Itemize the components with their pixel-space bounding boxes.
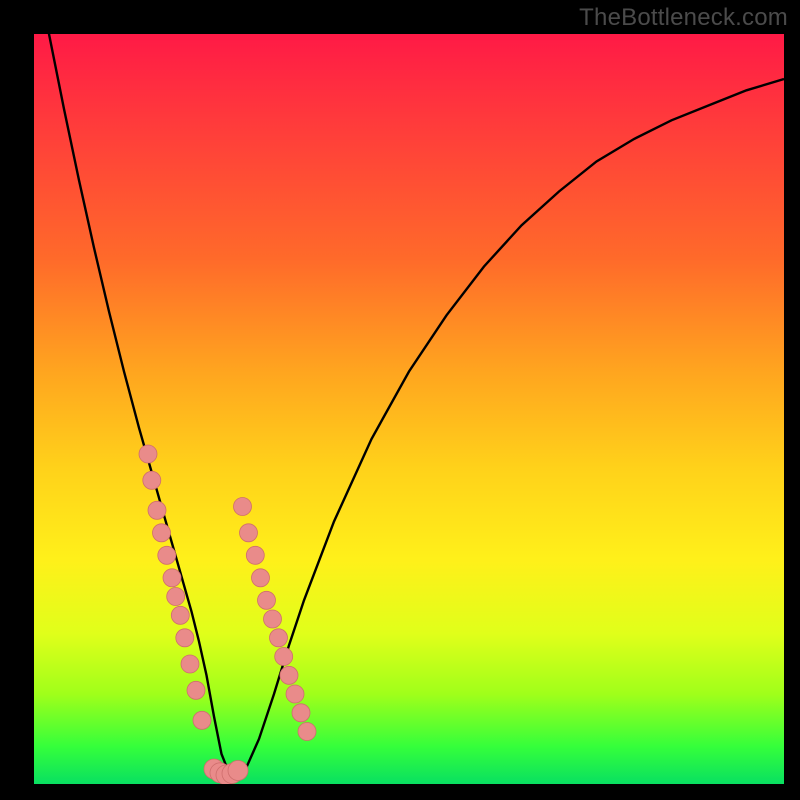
plot-area <box>34 34 784 784</box>
data-marker <box>264 610 282 628</box>
data-marker <box>286 685 304 703</box>
data-marker <box>292 704 310 722</box>
data-marker <box>275 648 293 666</box>
data-marker <box>143 471 161 489</box>
data-marker <box>148 501 166 519</box>
data-marker <box>228 761 248 781</box>
data-marker <box>193 711 211 729</box>
data-marker <box>167 588 185 606</box>
watermark-text: TheBottleneck.com <box>579 4 788 32</box>
data-marker <box>246 546 264 564</box>
data-marker <box>176 629 194 647</box>
data-marker <box>171 606 189 624</box>
marker-cluster-right <box>234 498 317 741</box>
chart-frame: TheBottleneck.com <box>0 0 800 800</box>
marker-cluster-left <box>139 445 211 729</box>
data-marker <box>163 569 181 587</box>
data-marker <box>270 629 288 647</box>
data-marker <box>158 546 176 564</box>
data-marker <box>280 666 298 684</box>
data-marker <box>153 524 171 542</box>
data-marker <box>234 498 252 516</box>
bottleneck-curve <box>34 34 784 777</box>
data-marker <box>258 591 276 609</box>
chart-svg <box>34 34 784 784</box>
data-marker <box>187 681 205 699</box>
data-marker <box>252 569 270 587</box>
data-marker <box>298 723 316 741</box>
data-marker <box>181 655 199 673</box>
data-marker <box>139 445 157 463</box>
data-marker <box>240 524 258 542</box>
